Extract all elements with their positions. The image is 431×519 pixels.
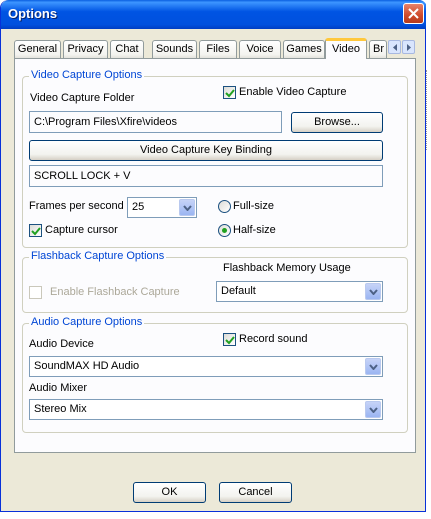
flashback-memory-dropdown-button[interactable]: [365, 283, 381, 300]
fps-label: Frames per second: [29, 200, 124, 212]
flashback-group-title: Flashback Capture Options: [29, 250, 167, 262]
record-sound-label[interactable]: Record sound: [239, 333, 308, 345]
key-binding-field[interactable]: SCROLL LOCK + V: [29, 165, 383, 187]
tab-chat[interactable]: Chat: [110, 40, 144, 58]
audio-mixer-dropdown-button[interactable]: [365, 401, 381, 418]
audio-device-value: SoundMAX HD Audio: [34, 360, 140, 372]
video-folder-label: Video Capture Folder: [30, 92, 135, 104]
audio-device-label: Audio Device: [29, 338, 94, 350]
audio-device-select[interactable]: SoundMAX HD Audio: [29, 356, 383, 377]
tab-files[interactable]: Files: [199, 40, 237, 58]
checkmark-icon: [31, 227, 41, 236]
tab-privacy[interactable]: Privacy: [63, 40, 108, 58]
audio-device-dropdown-button[interactable]: [365, 358, 381, 375]
browse-button[interactable]: Browse...: [291, 112, 383, 133]
halfsize-radio[interactable]: [218, 224, 231, 237]
chevron-left-icon: [393, 44, 397, 51]
flashback-memory-select[interactable]: Default: [216, 281, 383, 302]
tab-scroll-left-button[interactable]: [388, 40, 401, 54]
fullsize-radio[interactable]: [218, 200, 231, 213]
video-capture-group-title: Video Capture Options: [29, 69, 145, 81]
enable-flashback-label: Enable Flashback Capture: [50, 286, 180, 298]
fps-value: 25: [132, 201, 145, 213]
options-window: Options General Privacy Chat Sounds File…: [0, 0, 427, 512]
fps-dropdown-button[interactable]: [179, 199, 195, 216]
key-binding-button[interactable]: Video Capture Key Binding: [29, 140, 383, 161]
tab-br[interactable]: Br: [369, 40, 387, 58]
capture-cursor-checkbox[interactable]: [29, 224, 42, 237]
tab-games[interactable]: Games: [283, 40, 325, 58]
audio-mixer-label: Audio Mixer: [29, 382, 88, 394]
close-button[interactable]: [403, 3, 424, 24]
tab-voice[interactable]: Voice: [239, 40, 281, 58]
close-icon: [408, 8, 419, 19]
chevron-down-icon: [369, 289, 378, 295]
chevron-down-icon: [369, 407, 378, 413]
audio-mixer-value: Stereo Mix: [34, 403, 87, 415]
halfsize-label[interactable]: Half-size: [233, 224, 276, 236]
fps-select[interactable]: 25: [127, 197, 197, 218]
title-bar[interactable]: Options: [1, 0, 427, 29]
video-tab-panel: Video Capture Options Video Capture Fold…: [14, 58, 416, 453]
capture-cursor-label[interactable]: Capture cursor: [45, 224, 118, 236]
flashback-memory-value: Default: [221, 285, 256, 297]
chevron-down-icon: [369, 364, 378, 370]
tab-video[interactable]: Video: [325, 38, 367, 59]
flashback-capture-group: Flashback Capture Options Flashback Memo…: [22, 250, 408, 313]
enable-video-capture-label[interactable]: Enable Video Capture: [239, 86, 346, 98]
tab-scroll-buttons: [388, 40, 416, 54]
chevron-down-icon: [183, 205, 192, 211]
audio-capture-group: Audio Capture Options Record sound Audio…: [22, 316, 408, 433]
checkmark-icon: [225, 89, 235, 98]
record-sound-checkbox[interactable]: [223, 333, 236, 346]
fullsize-label[interactable]: Full-size: [233, 200, 274, 212]
audio-group-title: Audio Capture Options: [29, 316, 145, 328]
tab-general[interactable]: General: [14, 40, 61, 58]
radio-selected-dot: [222, 228, 227, 233]
window-title: Options: [8, 6, 58, 21]
checkmark-icon: [225, 336, 235, 345]
cancel-button[interactable]: Cancel: [219, 482, 292, 503]
ok-button[interactable]: OK: [133, 482, 206, 503]
background-divider: [426, 70, 431, 150]
tab-sounds[interactable]: Sounds: [152, 40, 197, 58]
background-strip: [426, 0, 431, 519]
enable-flashback-checkbox[interactable]: [29, 286, 42, 299]
video-folder-field[interactable]: C:\Program Files\Xfire\videos: [29, 111, 282, 133]
chevron-right-icon: [407, 44, 411, 51]
tab-scroll-right-button[interactable]: [402, 40, 415, 54]
flashback-memory-label: Flashback Memory Usage: [223, 262, 351, 274]
audio-mixer-select[interactable]: Stereo Mix: [29, 399, 383, 420]
video-capture-group: Video Capture Options Video Capture Fold…: [22, 69, 408, 248]
enable-video-capture-checkbox[interactable]: [223, 86, 236, 99]
